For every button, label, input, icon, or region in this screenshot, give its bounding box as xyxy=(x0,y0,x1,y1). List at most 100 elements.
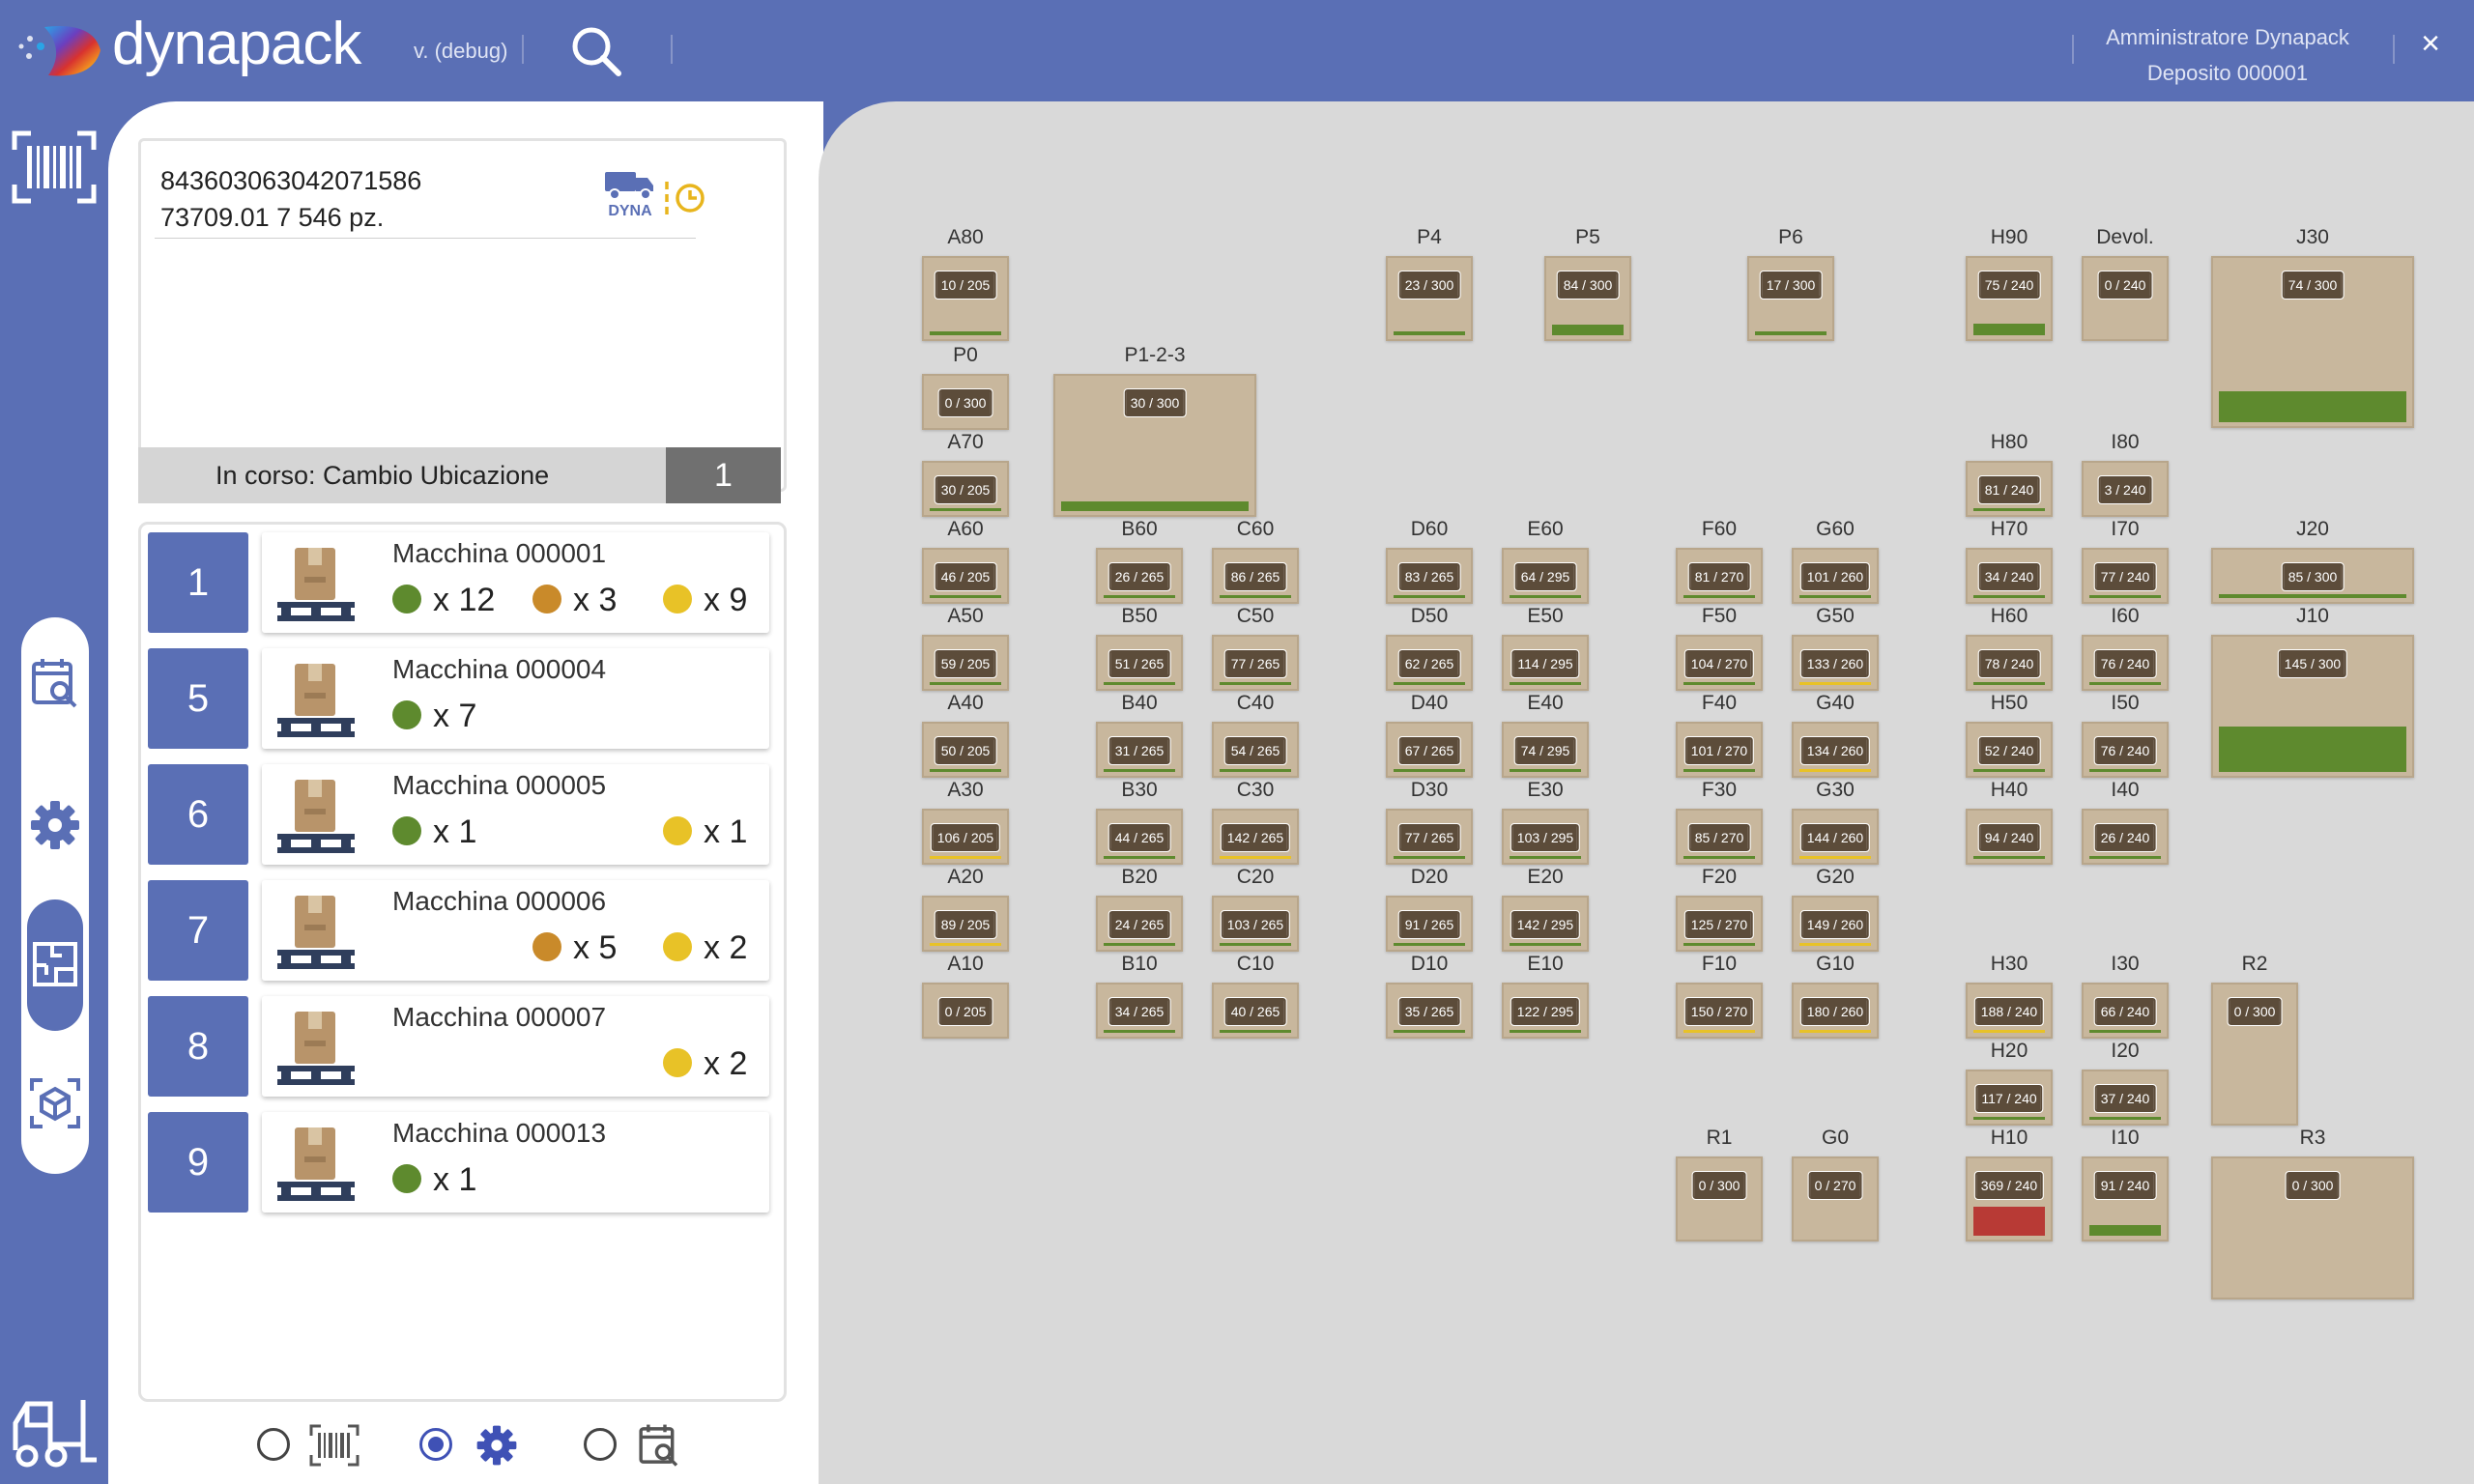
location-g60[interactable]: 101 / 260 xyxy=(1792,548,1879,604)
history-clock-icon[interactable] xyxy=(663,178,707,218)
search-icon[interactable] xyxy=(568,23,624,79)
location-a80[interactable]: 10 / 205 xyxy=(922,256,1009,341)
location-a60[interactable]: 46 / 205 xyxy=(922,548,1009,604)
location-b50[interactable]: 51 / 265 xyxy=(1096,635,1183,691)
mode-radio-barcode[interactable] xyxy=(257,1428,290,1461)
location-p1-2-3[interactable]: 30 / 300 xyxy=(1053,374,1256,517)
location-g10[interactable]: 180 / 260 xyxy=(1792,983,1879,1039)
queue-number[interactable]: 6 xyxy=(148,764,248,865)
location-h80[interactable]: 81 / 240 xyxy=(1966,461,2053,517)
location-b40[interactable]: 31 / 265 xyxy=(1096,722,1183,778)
location-i30[interactable]: 66 / 240 xyxy=(2082,983,2169,1039)
location-i80[interactable]: 3 / 240 xyxy=(2082,461,2169,517)
location-h10[interactable]: 369 / 240 xyxy=(1966,1156,2053,1241)
queue-number[interactable]: 1 xyxy=(148,532,248,633)
location-c40[interactable]: 54 / 265 xyxy=(1212,722,1299,778)
location-a10[interactable]: 0 / 205 xyxy=(922,983,1009,1039)
box-3d-icon[interactable] xyxy=(29,1077,81,1129)
location-f50[interactable]: 104 / 270 xyxy=(1676,635,1763,691)
queue-card[interactable]: Macchina 000013 x 1 xyxy=(262,1112,769,1213)
location-f10[interactable]: 150 / 270 xyxy=(1676,983,1763,1039)
gear-icon[interactable] xyxy=(475,1424,518,1467)
queue-number[interactable]: 8 xyxy=(148,996,248,1097)
location-j20[interactable]: 85 / 300 xyxy=(2211,548,2414,604)
calendar-search-icon[interactable] xyxy=(638,1422,680,1469)
location-i10[interactable]: 91 / 240 xyxy=(2082,1156,2169,1241)
location-d60[interactable]: 83 / 265 xyxy=(1386,548,1473,604)
location-e20[interactable]: 142 / 295 xyxy=(1502,896,1589,952)
location-h30[interactable]: 188 / 240 xyxy=(1966,983,2053,1039)
location-a30[interactable]: 106 / 205 xyxy=(922,809,1009,865)
location-g50[interactable]: 133 / 260 xyxy=(1792,635,1879,691)
location-b30[interactable]: 44 / 265 xyxy=(1096,809,1183,865)
location-d50[interactable]: 62 / 265 xyxy=(1386,635,1473,691)
location-c60[interactable]: 86 / 265 xyxy=(1212,548,1299,604)
location-e30[interactable]: 103 / 295 xyxy=(1502,809,1589,865)
location-e50[interactable]: 114 / 295 xyxy=(1502,635,1589,691)
location-c10[interactable]: 40 / 265 xyxy=(1212,983,1299,1039)
mode-radio-settings[interactable] xyxy=(419,1428,452,1461)
queue-card[interactable]: Macchina 000006 x 5 x 2 xyxy=(262,880,769,981)
location-g30[interactable]: 144 / 260 xyxy=(1792,809,1879,865)
location-f30[interactable]: 85 / 270 xyxy=(1676,809,1763,865)
location-j10[interactable]: 145 / 300 xyxy=(2211,635,2414,778)
gear-icon[interactable] xyxy=(29,799,81,851)
location-e60[interactable]: 64 / 295 xyxy=(1502,548,1589,604)
location-b10[interactable]: 34 / 265 xyxy=(1096,983,1183,1039)
location-a70[interactable]: 30 / 205 xyxy=(922,461,1009,517)
location-h70[interactable]: 34 / 240 xyxy=(1966,548,2053,604)
location-d40[interactable]: 67 / 265 xyxy=(1386,722,1473,778)
location-a40[interactable]: 50 / 205 xyxy=(922,722,1009,778)
location-p5[interactable]: 84 / 300 xyxy=(1544,256,1631,341)
location-a50[interactable]: 59 / 205 xyxy=(922,635,1009,691)
location-f40[interactable]: 101 / 270 xyxy=(1676,722,1763,778)
location-i50[interactable]: 76 / 240 xyxy=(2082,722,2169,778)
location-b60[interactable]: 26 / 265 xyxy=(1096,548,1183,604)
queue-number[interactable]: 7 xyxy=(148,880,248,981)
location-g40[interactable]: 134 / 260 xyxy=(1792,722,1879,778)
location-p4[interactable]: 23 / 300 xyxy=(1386,256,1473,341)
location-e40[interactable]: 74 / 295 xyxy=(1502,722,1589,778)
location-f60[interactable]: 81 / 270 xyxy=(1676,548,1763,604)
location-j30[interactable]: 74 / 300 xyxy=(2211,256,2414,428)
location-r1[interactable]: 0 / 300 xyxy=(1676,1156,1763,1241)
location-c30[interactable]: 142 / 265 xyxy=(1212,809,1299,865)
location-e10[interactable]: 122 / 295 xyxy=(1502,983,1589,1039)
location-h60[interactable]: 78 / 240 xyxy=(1966,635,2053,691)
location-i20[interactable]: 37 / 240 xyxy=(2082,1070,2169,1126)
queue-card[interactable]: Macchina 000004 x 7 xyxy=(262,648,769,749)
location-p6[interactable]: 17 / 300 xyxy=(1747,256,1834,341)
location-d30[interactable]: 77 / 265 xyxy=(1386,809,1473,865)
location-i60[interactable]: 76 / 240 xyxy=(2082,635,2169,691)
location-h20[interactable]: 117 / 240 xyxy=(1966,1070,2053,1126)
queue-card[interactable]: Macchina 000005 x 1 x 1 xyxy=(262,764,769,865)
location-d20[interactable]: 91 / 265 xyxy=(1386,896,1473,952)
queue-card[interactable]: Macchina 000001 x 12 x 3 x 9 xyxy=(262,532,769,633)
location-h50[interactable]: 52 / 240 xyxy=(1966,722,2053,778)
location-g0[interactable]: 0 / 270 xyxy=(1792,1156,1879,1241)
location-d10[interactable]: 35 / 265 xyxy=(1386,983,1473,1039)
queue-number[interactable]: 5 xyxy=(148,648,248,749)
location-f20[interactable]: 125 / 270 xyxy=(1676,896,1763,952)
location-p0[interactable]: 0 / 300 xyxy=(922,374,1009,430)
forklift-icon[interactable] xyxy=(12,1396,99,1470)
floorplan-icon[interactable] xyxy=(33,942,77,986)
location-devol-[interactable]: 0 / 240 xyxy=(2082,256,2169,341)
barcode-icon[interactable] xyxy=(309,1424,360,1467)
mode-radio-calendar[interactable] xyxy=(584,1428,617,1461)
location-c50[interactable]: 77 / 265 xyxy=(1212,635,1299,691)
location-h90[interactable]: 75 / 240 xyxy=(1966,256,2053,341)
calendar-search-icon[interactable] xyxy=(31,656,79,710)
location-h40[interactable]: 94 / 240 xyxy=(1966,809,2053,865)
barcode-icon[interactable] xyxy=(12,130,97,204)
truck-icon[interactable] xyxy=(603,170,657,201)
queue-number[interactable]: 9 xyxy=(148,1112,248,1213)
queue-card[interactable]: Macchina 000007 x 2 xyxy=(262,996,769,1097)
location-i40[interactable]: 26 / 240 xyxy=(2082,809,2169,865)
location-r2[interactable]: 0 / 300 xyxy=(2211,983,2298,1126)
location-b20[interactable]: 24 / 265 xyxy=(1096,896,1183,952)
location-g20[interactable]: 149 / 260 xyxy=(1792,896,1879,952)
location-r3[interactable]: 0 / 300 xyxy=(2211,1156,2414,1299)
location-c20[interactable]: 103 / 265 xyxy=(1212,896,1299,952)
close-button[interactable]: × xyxy=(2414,27,2447,60)
